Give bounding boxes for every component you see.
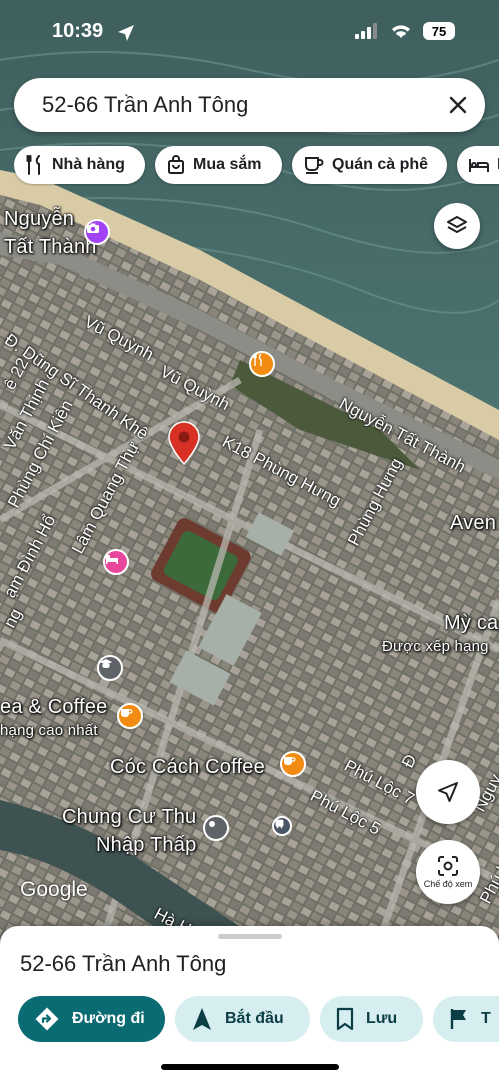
map-layers-button[interactable]	[434, 203, 480, 249]
chip-label: Nhà hàng	[52, 156, 125, 173]
map-place-label: Được xếp hạng	[382, 638, 489, 655]
bed-icon	[469, 159, 489, 172]
clear-search-button[interactable]	[431, 78, 485, 132]
category-chips: Nhà hàng Mua sắm Quán cà phê K	[14, 146, 499, 186]
map-place-label: ea & Coffee	[0, 696, 108, 718]
cafe-poi-icon[interactable]	[280, 751, 306, 777]
sheet-drag-handle[interactable]	[218, 934, 282, 939]
map-place-label: Nguyễn	[4, 208, 75, 230]
chip-label: Mua sắm	[193, 156, 262, 173]
coffee-cup-icon	[305, 157, 324, 174]
school-poi-icon[interactable]	[97, 655, 123, 681]
flag-icon	[450, 1009, 466, 1029]
chip-cafe[interactable]: Quán cà phê	[292, 146, 447, 184]
search-bar[interactable]: 52-66 Trần Anh Tông	[14, 78, 485, 132]
status-bar: 10:39 75	[0, 0, 499, 66]
google-logo: Google	[20, 878, 88, 901]
chip-label: Quán cà phê	[332, 156, 429, 173]
start-label: Bắt đầu	[225, 1010, 284, 1027]
place-title: 52-66 Trần Anh Tông	[20, 951, 227, 976]
camera-poi-icon[interactable]	[84, 219, 110, 245]
cafe-poi-icon[interactable]	[117, 703, 143, 729]
location-pin-icon[interactable]	[168, 421, 200, 465]
lens-view-label: Chế độ xem	[423, 879, 473, 889]
cellular-signal-icon	[355, 23, 377, 39]
status-time: 10:39	[52, 20, 104, 42]
more-action-button[interactable]: T	[433, 996, 499, 1042]
building-poi-icon[interactable]	[203, 815, 229, 841]
battery-indicator: 75	[423, 22, 455, 40]
more-action-label: T	[481, 1010, 491, 1027]
search-input[interactable]: 52-66 Trần Anh Tông	[42, 92, 431, 118]
hotel-poi-icon[interactable]	[103, 549, 129, 575]
directions-label: Đường đi	[72, 1010, 145, 1027]
lens-view-button[interactable]: Chế độ xem	[416, 840, 480, 904]
layers-icon	[447, 216, 467, 233]
navigation-arrow-icon	[193, 1008, 211, 1030]
home-indicator[interactable]	[161, 1064, 339, 1070]
chip-shopping[interactable]: Mua sắm	[155, 146, 282, 184]
restaurant-poi-icon[interactable]	[249, 351, 275, 377]
map-place-label: Tất Thành	[4, 236, 97, 258]
map-place-label: Nhập Thấp	[96, 834, 197, 856]
save-button[interactable]: Lưu	[320, 996, 423, 1042]
action-buttons: Đường đi Bắt đầu Lưu T	[18, 996, 499, 1044]
chip-restaurants[interactable]: Nhà hàng	[14, 146, 145, 184]
wifi-icon	[392, 25, 410, 38]
map-place-label: Aven	[450, 512, 497, 534]
directions-button[interactable]: Đường đi	[18, 996, 165, 1042]
directions-icon	[35, 1007, 59, 1031]
start-button[interactable]: Bắt đầu	[175, 996, 310, 1042]
place-bottom-sheet[interactable]: 52-66 Trần Anh Tông Đường đi Bắt đầu Lưu	[0, 926, 499, 1080]
shopping-bag-icon	[168, 155, 184, 174]
my-location-button[interactable]	[416, 760, 480, 824]
chip-hotels[interactable]: K	[457, 146, 499, 184]
map-place-label: Chung Cư Thu	[62, 806, 197, 828]
save-label: Lưu	[366, 1010, 398, 1027]
bookmark-icon	[336, 1007, 354, 1031]
navigation-arrow-icon	[438, 782, 458, 802]
fork-knife-icon	[26, 155, 40, 175]
bus-stop-icon[interactable]	[272, 816, 292, 836]
map-place-label: Cóc Cách Coffee	[110, 756, 265, 778]
map-place-label: hạng cao nhất	[0, 722, 98, 739]
close-icon	[449, 96, 467, 114]
camera-lens-icon	[438, 856, 458, 876]
map-place-label: Mỳ ca	[444, 612, 499, 634]
location-arrow-icon	[118, 25, 134, 41]
